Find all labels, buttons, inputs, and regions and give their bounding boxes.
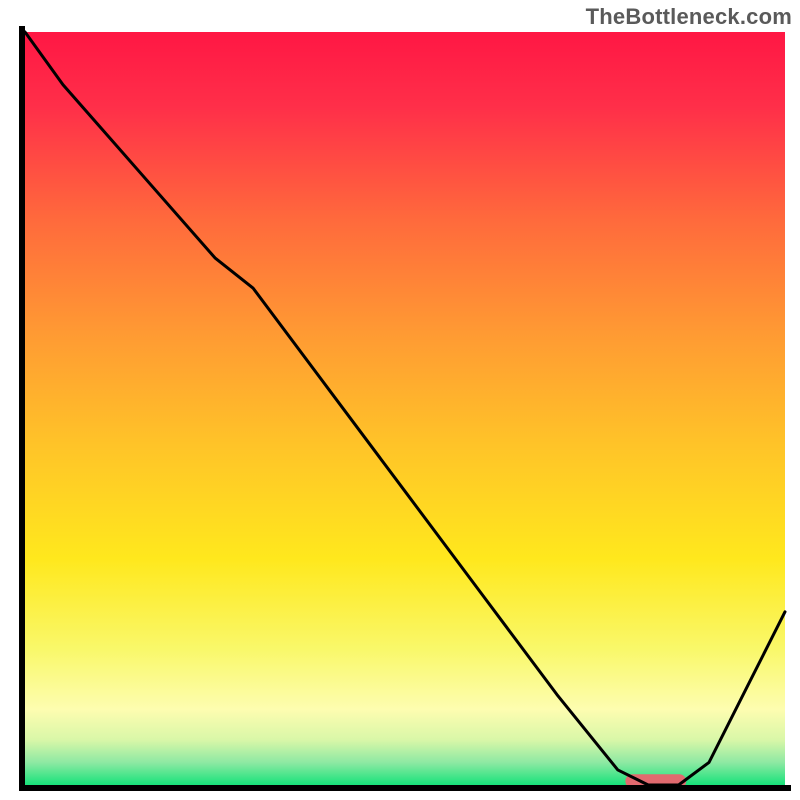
plot-svg — [0, 0, 800, 800]
x-axis — [19, 785, 791, 791]
watermark-text: TheBottleneck.com — [586, 4, 792, 30]
y-axis — [19, 26, 25, 791]
gradient-background — [25, 32, 785, 785]
bottleneck-chart: TheBottleneck.com — [0, 0, 800, 800]
